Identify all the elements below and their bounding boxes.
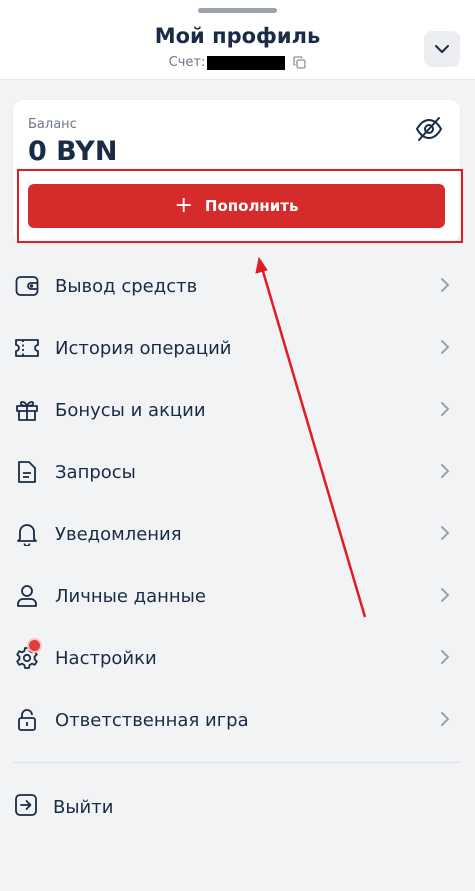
chevron-right-icon [440, 277, 450, 297]
chevron-right-icon [440, 339, 450, 359]
chevron-right-icon [440, 401, 450, 421]
menu-item-settings[interactable]: Настройки [0, 627, 475, 689]
topup-button[interactable]: + Пополнить [28, 184, 445, 228]
chevron-right-icon [440, 525, 450, 545]
plus-icon: + [174, 193, 193, 218]
menu-item-label: Настройки [55, 647, 157, 669]
balance-label: Баланс [28, 117, 77, 132]
menu-item-label: Запросы [55, 461, 136, 483]
balance-value: 0 BYN [28, 136, 118, 167]
menu-item-responsible-gaming[interactable]: Ответственная игра [0, 689, 475, 751]
menu-item-withdraw[interactable]: Вывод средств [0, 255, 475, 317]
profile-header: Мой профиль Счет: [0, 0, 475, 80]
user-icon [14, 583, 40, 609]
topup-button-label: Пополнить [204, 197, 299, 215]
lock-icon [14, 707, 40, 733]
chevron-right-icon [440, 463, 450, 483]
menu-item-personal-data[interactable]: Личные данные [0, 565, 475, 627]
menu-divider [13, 762, 460, 763]
menu-item-history[interactable]: История операций [0, 317, 475, 379]
balance-card: Баланс 0 BYN + Пополнить [13, 100, 460, 243]
chevron-right-icon [440, 649, 450, 669]
menu-item-label: Вывод средств [55, 275, 198, 297]
chevron-down-icon [435, 45, 449, 53]
account-row: Счет: [0, 55, 475, 70]
gift-icon [14, 397, 40, 423]
logout-icon [14, 793, 38, 821]
account-number-redacted [207, 55, 286, 70]
sheet-grabber[interactable] [198, 8, 277, 13]
menu-item-label: Личные данные [55, 585, 206, 607]
page-title: Мой профиль [154, 24, 321, 48]
ticket-icon [14, 335, 40, 361]
notification-badge [29, 640, 40, 651]
menu-item-label: История операций [55, 337, 232, 359]
copy-icon[interactable] [293, 56, 307, 69]
collapse-button[interactable] [424, 31, 460, 67]
wallet-icon [14, 273, 40, 299]
menu-item-requests[interactable]: Запросы [0, 441, 475, 503]
account-label: Счет: [168, 55, 206, 70]
menu-item-label: Ответственная игра [55, 709, 249, 731]
chevron-right-icon [440, 587, 450, 607]
document-icon [14, 459, 40, 485]
eye-off-icon[interactable] [415, 116, 443, 146]
menu-item-label: Уведомления [55, 523, 182, 545]
profile-menu: Вывод средств История операций Бонусы и … [0, 255, 475, 751]
bell-icon [14, 521, 40, 547]
menu-item-label: Бонусы и акции [55, 399, 206, 421]
logout-label: Выйти [53, 796, 114, 818]
logout-button[interactable]: Выйти [0, 776, 475, 838]
menu-item-notifications[interactable]: Уведомления [0, 503, 475, 565]
menu-item-bonuses[interactable]: Бонусы и акции [0, 379, 475, 441]
chevron-right-icon [440, 711, 450, 731]
